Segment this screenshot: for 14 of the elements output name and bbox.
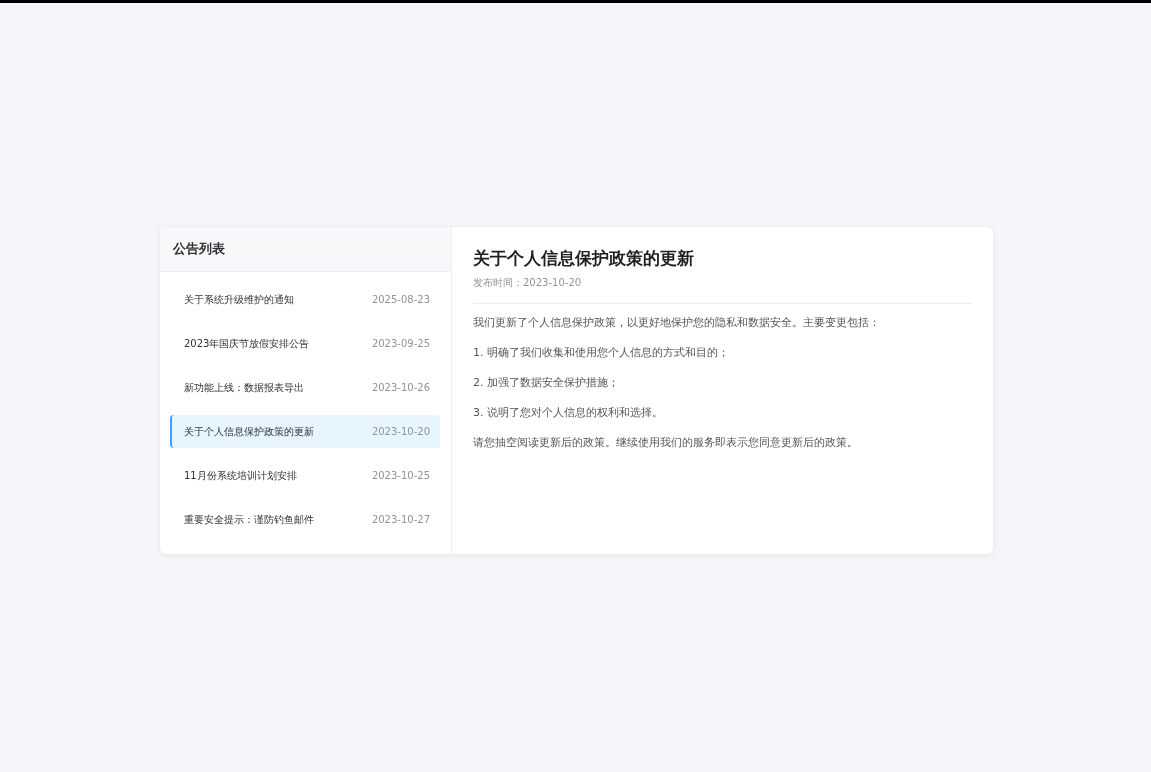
announcement-item[interactable]: 关于个人信息保护政策的更新 2023-10-20 <box>170 415 440 448</box>
announcement-item[interactable]: 关于系统升级维护的通知 2025-08-23 <box>170 283 440 316</box>
announcement-item[interactable]: 11月份系统培训计划安排 2023-10-25 <box>170 459 440 492</box>
article-paragraph: 1. 明确了我们收集和使用您个人信息的方式和目的； <box>473 346 730 360</box>
article-paragraph: 3. 说明了您对个人信息的权利和选择。 <box>473 406 664 420</box>
article-title: 关于个人信息保护政策的更新 <box>473 247 695 270</box>
announcement-item[interactable]: 新功能上线：数据报表导出 2023-10-26 <box>170 371 440 404</box>
article-paragraph: 我们更新了个人信息保护政策，以更好地保护您的隐私和数据安全。主要变更包括： <box>473 316 881 330</box>
announcement-item[interactable]: 2023年国庆节放假安排公告 2023-09-25 <box>170 327 440 360</box>
announcement-item[interactable]: 重要安全提示：谨防钓鱼邮件 2023-10-27 <box>170 503 440 536</box>
article-paragraph: 请您抽空阅读更新后的政策。继续使用我们的服务即表示您同意更新后的政策。 <box>473 436 859 450</box>
list-title: 公告列表 <box>173 240 225 258</box>
article-paragraph: 2. 加强了数据安全保护措施； <box>473 376 620 390</box>
publish-time: 发布时间：2023-10-20 <box>473 276 583 290</box>
